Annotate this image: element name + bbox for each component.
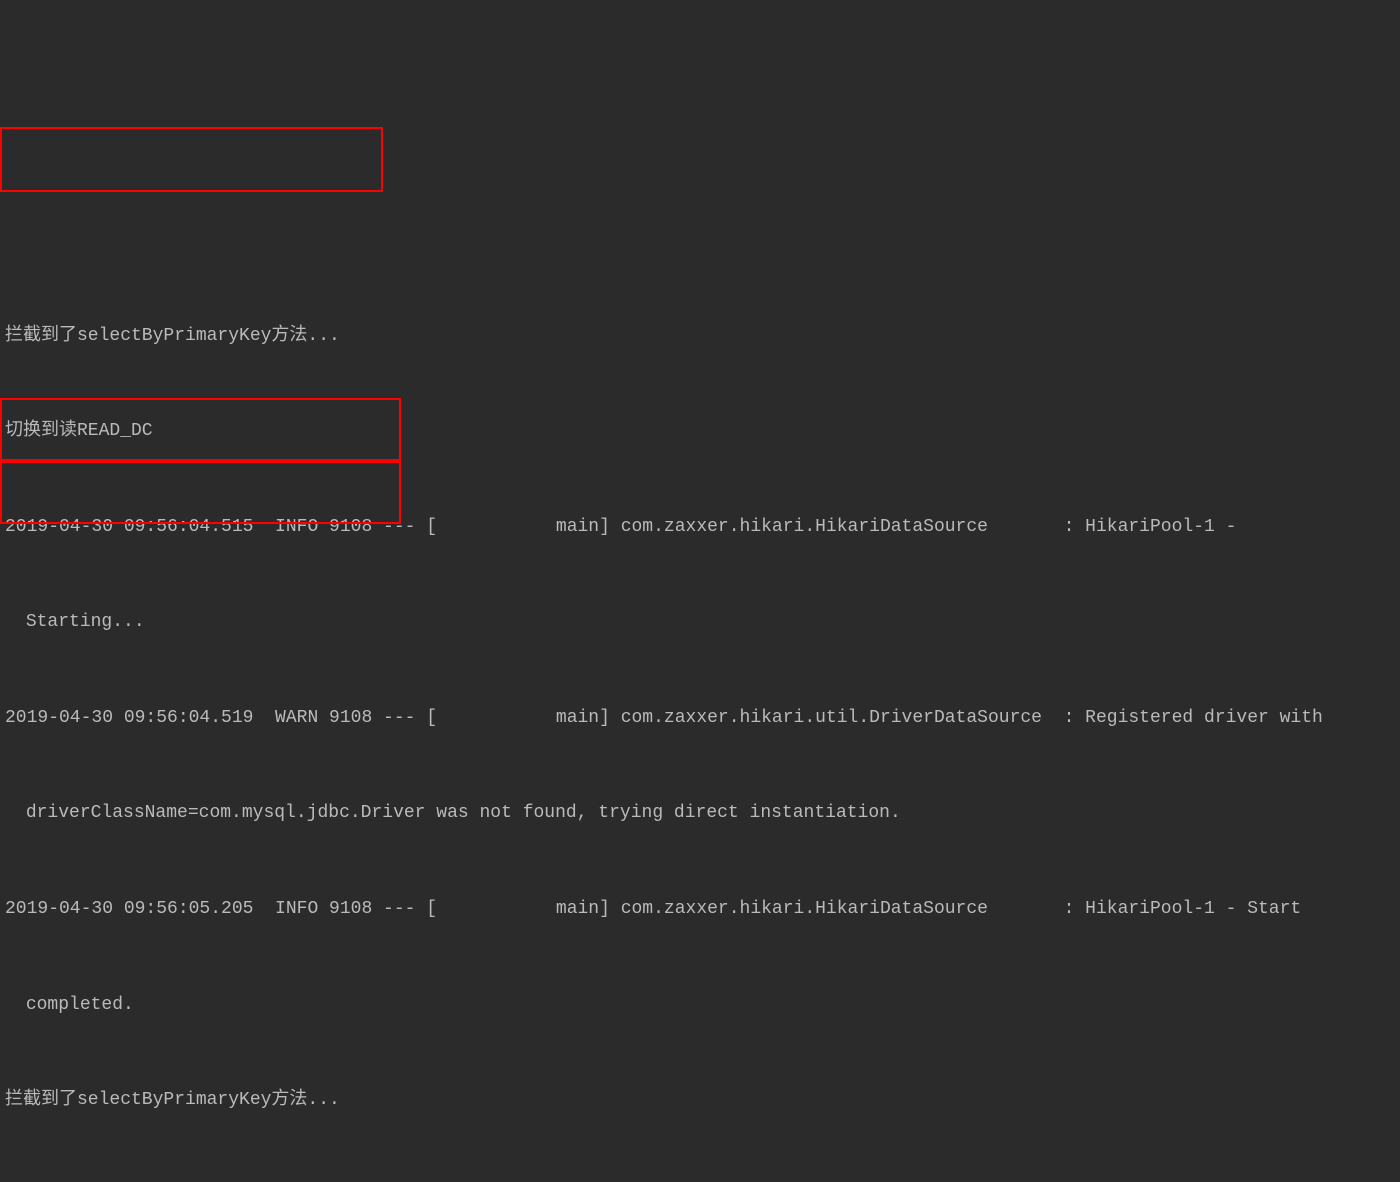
log-line-continuation: driverClassName=com.mysql.jdbc.Driver wa… — [3, 798, 1397, 830]
log-text: 2019-04-30 09:56:04.515 INFO 9108 --- [ … — [5, 517, 1236, 537]
log-line-continuation: Starting... — [3, 607, 1397, 639]
log-line: 2019-04-30 09:56:05.205 INFO 9108 --- [ … — [3, 894, 1397, 926]
log-text: completed. — [15, 995, 134, 1015]
log-line-continuation: completed. — [3, 990, 1397, 1022]
log-line: 切换到读READ_DC — [3, 416, 1397, 448]
log-line: 拦截到了selectByPrimaryKey方法... — [3, 1085, 1397, 1117]
console-output: 拦截到了selectByPrimaryKey方法... 切换到读READ_DC … — [0, 127, 1400, 1182]
log-line: 拦截到了selectByPrimaryKey方法... — [3, 321, 1397, 353]
log-text: 切换到读READ_DC — [5, 421, 153, 441]
highlight-annotation-1 — [0, 127, 383, 192]
log-text: 拦截到了selectByPrimaryKey方法... — [5, 1090, 340, 1110]
log-line: 2019-04-30 09:56:04.515 INFO 9108 --- [ … — [3, 512, 1397, 544]
log-text: Starting... — [15, 612, 145, 632]
log-text: 2019-04-30 09:56:05.205 INFO 9108 --- [ … — [5, 899, 1301, 919]
log-line: 2019-04-30 09:56:04.519 WARN 9108 --- [ … — [3, 703, 1397, 735]
log-line: 切换到读READ_AW — [3, 1181, 1397, 1182]
log-text: 拦截到了selectByPrimaryKey方法... — [5, 326, 340, 346]
log-text: driverClassName=com.mysql.jdbc.Driver wa… — [15, 803, 901, 823]
log-text: 2019-04-30 09:56:04.519 WARN 9108 --- [ … — [5, 708, 1323, 728]
